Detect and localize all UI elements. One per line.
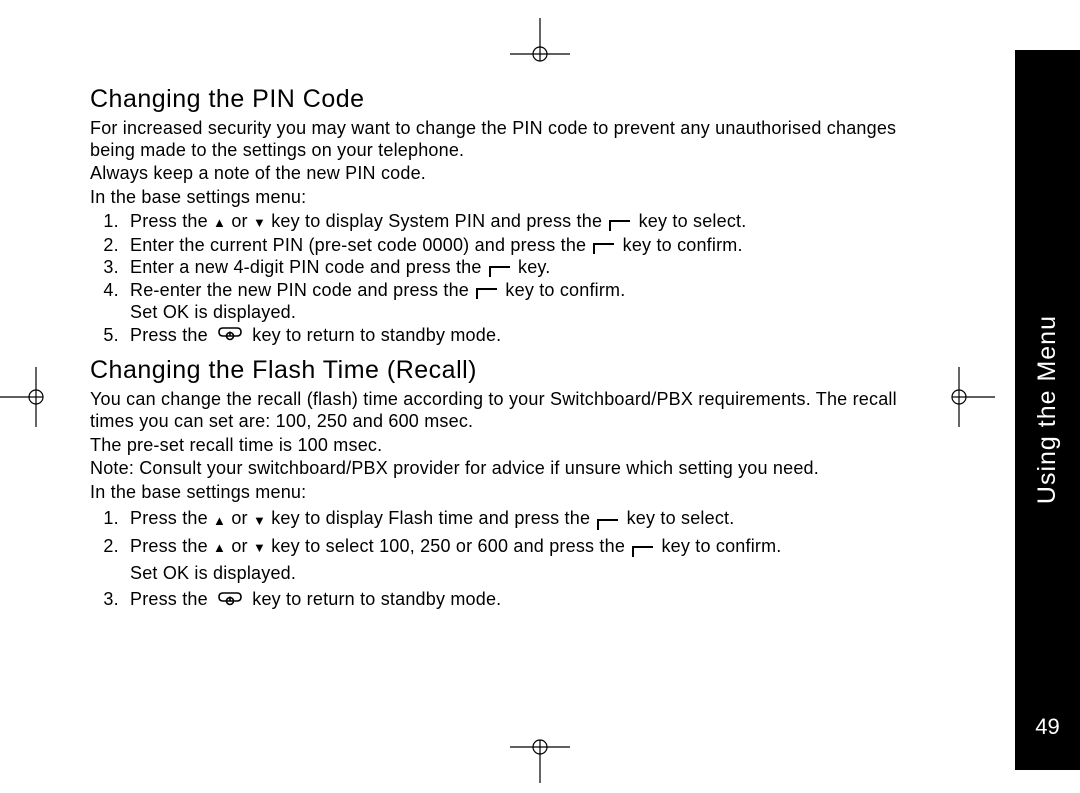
crop-mark-bottom	[510, 737, 570, 783]
pin-step-1: Press the or key to display System PIN a…	[124, 210, 910, 234]
flash-intro: You can change the recall (flash) time a…	[90, 389, 910, 432]
flash-step-list: Press the or key to display Flash time a…	[124, 505, 910, 612]
softkey-icon	[593, 238, 615, 250]
flash-step-1: Press the or key to display Flash time a…	[124, 505, 910, 532]
heading-pin-code: Changing the PIN Code	[90, 85, 910, 114]
softkey-icon	[609, 215, 631, 227]
flash-preset: The pre-set recall time is 100 msec.	[90, 435, 910, 457]
softkey-icon	[632, 539, 654, 551]
up-arrow-icon	[213, 210, 226, 233]
pin-step-3: Enter a new 4-digit PIN code and press t…	[124, 256, 910, 279]
softkey-icon	[476, 283, 498, 295]
softkey-icon	[489, 261, 511, 273]
crop-mark-left	[0, 367, 46, 427]
pin-step-4: Re-enter the new PIN code and press the …	[124, 279, 910, 324]
pin-step-list: Press the or key to display System PIN a…	[124, 210, 910, 346]
crop-mark-top	[510, 18, 570, 64]
pin-note: Always keep a note of the new PIN code.	[90, 163, 910, 185]
flash-menucue: In the base settings menu:	[90, 482, 910, 504]
pin-menucue: In the base settings menu:	[90, 187, 910, 209]
up-arrow-icon	[213, 506, 226, 532]
softkey-icon	[597, 512, 619, 524]
crop-mark-right	[949, 367, 995, 427]
pin-step-2: Enter the current PIN (pre-set code 0000…	[124, 234, 910, 257]
power-key-icon	[217, 589, 243, 607]
flash-note: Note: Consult your switchboard/PBX provi…	[90, 458, 910, 480]
down-arrow-icon	[253, 533, 266, 559]
sidebar-title: Using the Menu	[1033, 315, 1062, 504]
heading-flash-time: Changing the Flash Time (Recall)	[90, 356, 910, 385]
up-arrow-icon	[213, 533, 226, 559]
down-arrow-icon	[253, 210, 266, 233]
flash-step-2: Press the or key to select 100, 250 or 6…	[124, 533, 910, 586]
flash-step-3: Press the key to return to standby mode.	[124, 586, 910, 612]
pin-step-5: Press the key to return to standby mode.	[124, 324, 910, 347]
page-number: 49	[1035, 714, 1059, 740]
pin-intro: For increased security you may want to c…	[90, 118, 910, 161]
sidebar-tab: Using the Menu 49	[1015, 50, 1080, 770]
page-content: Changing the PIN Code For increased secu…	[90, 85, 910, 612]
power-key-icon	[217, 325, 243, 343]
down-arrow-icon	[253, 506, 266, 532]
